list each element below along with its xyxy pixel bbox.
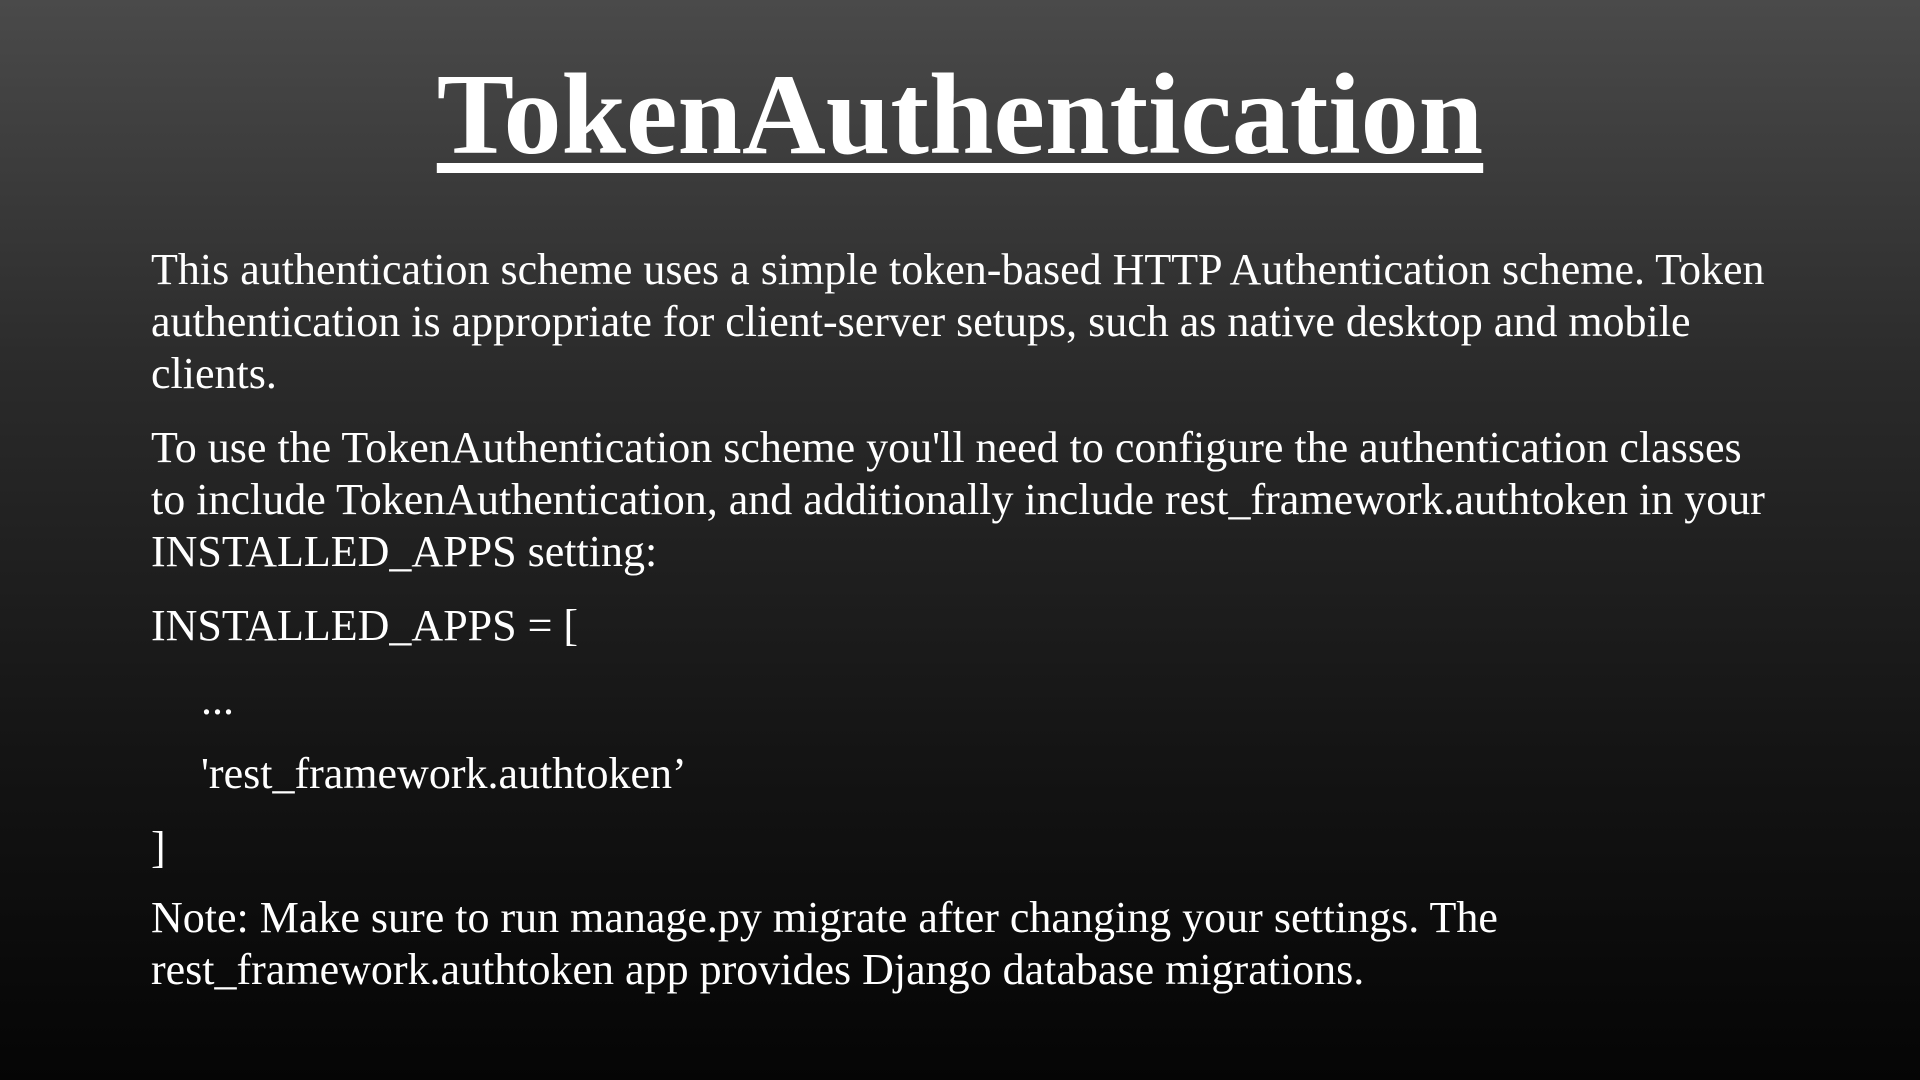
paragraph-note: Note: Make sure to run manage.py migrate… xyxy=(151,893,1498,994)
code-line-ellipsis: ... xyxy=(201,675,234,724)
slide-body: This authentication scheme uses a simple… xyxy=(151,244,1771,996)
slide-title-text: TokenAuthentication xyxy=(436,51,1484,179)
slide-title: TokenAuthentication xyxy=(0,51,1920,180)
code-block: INSTALLED_APPS = [ ... 'rest_framework.a… xyxy=(151,600,1771,896)
paragraph-intro: This authentication scheme uses a simple… xyxy=(151,245,1765,398)
code-line-open: INSTALLED_APPS = [ xyxy=(151,601,579,650)
paragraph-usage: To use the TokenAuthentication scheme yo… xyxy=(151,423,1765,576)
slide: TokenAuthentication This authentication … xyxy=(0,0,1920,1080)
code-line-app: 'rest_framework.authtoken’ xyxy=(201,749,687,798)
code-line-close: ] xyxy=(151,823,166,872)
